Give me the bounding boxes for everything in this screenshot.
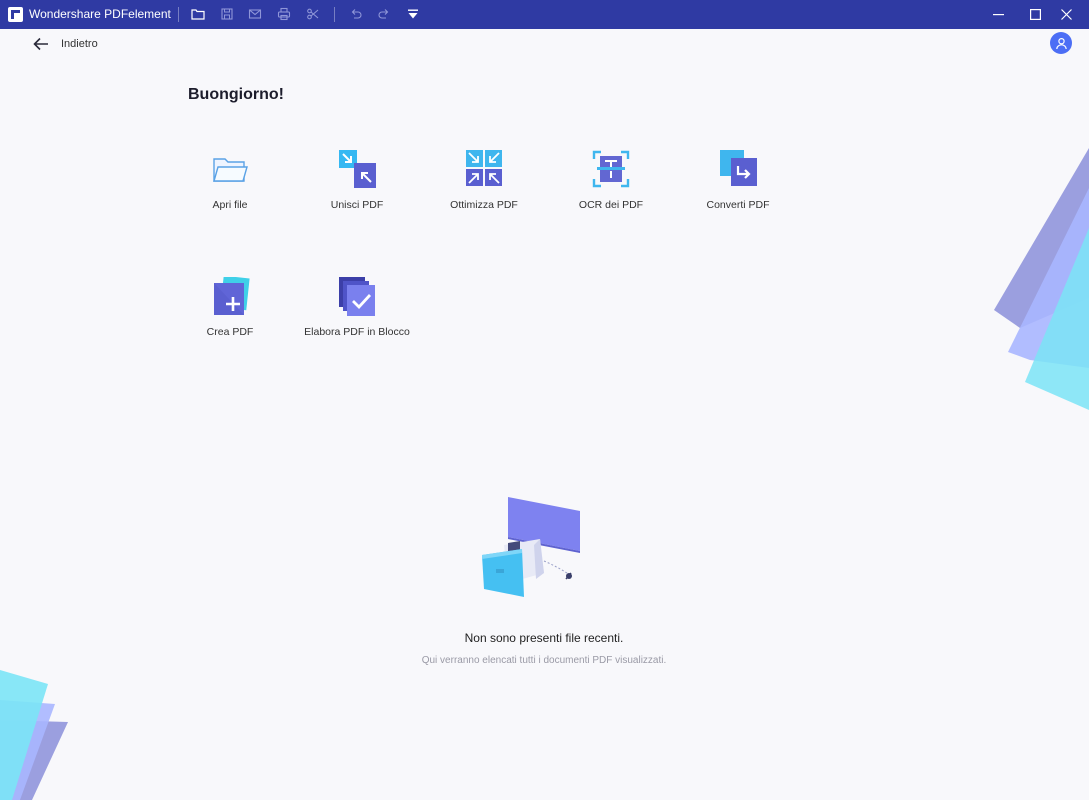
pdfelement-logo-icon	[8, 7, 23, 22]
tool-label: Ottimizza PDF	[450, 199, 518, 211]
print-icon[interactable]	[276, 6, 292, 22]
tool-label: Apri file	[212, 199, 248, 211]
tool-label: OCR dei PDF	[578, 199, 644, 211]
tool-label: Crea PDF	[206, 326, 254, 338]
ocr-icon	[592, 150, 630, 188]
customize-toolbar-dropdown-icon[interactable]	[405, 6, 421, 22]
back-label: Indietro	[61, 38, 98, 50]
undo-icon[interactable]	[348, 6, 364, 22]
open-folder-icon[interactable]	[190, 6, 206, 22]
greeting-heading: Buongiorno!	[188, 86, 284, 103]
user-avatar[interactable]	[1050, 32, 1072, 54]
user-icon	[1055, 37, 1067, 49]
tool-label: Converti PDF	[706, 199, 770, 211]
tool-convert-pdf[interactable]: Converti PDF	[678, 150, 798, 230]
convert-icon	[720, 150, 757, 186]
toolbar-separator	[334, 7, 335, 22]
merge-icon	[339, 150, 376, 188]
tool-label: Elabora PDF in Blocco	[304, 326, 410, 338]
arrow-left-icon	[33, 37, 48, 51]
batch-icon	[339, 277, 375, 316]
tool-optimize-pdf[interactable]: Ottimizza PDF	[424, 150, 544, 230]
scissors-icon[interactable]	[305, 6, 321, 22]
back-button[interactable]: Indietro	[33, 35, 98, 53]
folder-icon	[213, 158, 248, 182]
toolbar-separator	[178, 7, 179, 22]
tool-label: Unisci PDF	[330, 199, 384, 211]
create-icon	[214, 277, 250, 315]
tool-merge-pdf[interactable]: Unisci PDF	[297, 150, 417, 230]
redo-icon[interactable]	[376, 6, 392, 22]
tool-batch-process[interactable]: Elabora PDF in Blocco	[297, 277, 417, 357]
decorative-shapes-left	[0, 670, 68, 800]
title-bar: Wondershare PDFelement	[0, 0, 1089, 29]
decorative-shapes-right	[994, 148, 1089, 410]
empty-folder-illustration	[482, 497, 580, 597]
tool-open-file[interactable]: Apri file	[170, 150, 290, 230]
app-title: Wondershare PDFelement	[29, 7, 171, 21]
save-icon[interactable]	[219, 6, 235, 22]
tool-ocr-pdf[interactable]: OCR dei PDF	[551, 150, 671, 230]
optimize-icon	[466, 150, 502, 186]
empty-state-subtitle: Qui verranno elencati tutti i documenti …	[421, 655, 667, 666]
tool-create-pdf[interactable]: Crea PDF	[170, 277, 290, 357]
close-button[interactable]	[1043, 0, 1089, 29]
mail-icon[interactable]	[247, 6, 263, 22]
empty-state-title: Non sono presenti file recenti.	[464, 631, 624, 645]
